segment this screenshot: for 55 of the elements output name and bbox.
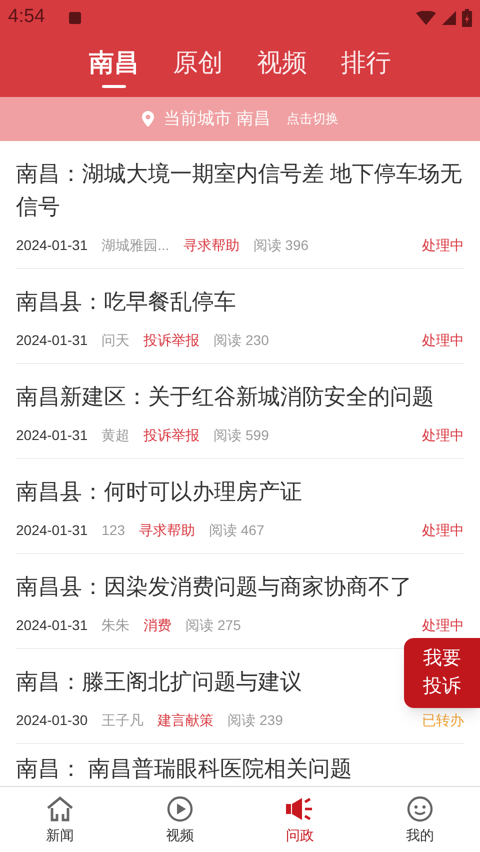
- post-status: 处理中: [422, 521, 464, 540]
- tab[interactable]: 原创: [173, 47, 223, 88]
- post-title: 南昌新建区：关于红谷新城消防安全的问题: [16, 384, 434, 409]
- read-count: 阅读 275: [186, 616, 241, 635]
- complaint-button[interactable]: 我要投诉: [404, 638, 480, 708]
- post-category: 建言献策: [158, 711, 214, 730]
- post-title: 南昌： 南昌普瑞眼科医院相关问题: [16, 756, 352, 781]
- post-category: 投诉举报: [144, 426, 200, 445]
- status-time: 4:54: [8, 5, 45, 30]
- megaphone-icon: [285, 796, 315, 822]
- tab[interactable]: 南昌: [89, 47, 139, 88]
- nav-tab[interactable]: 我的: [360, 787, 480, 852]
- read-count: 阅读 599: [214, 426, 269, 445]
- tab[interactable]: 排行: [341, 47, 391, 88]
- post-author: 黄超: [102, 426, 130, 445]
- nav-tab[interactable]: 新闻: [0, 787, 120, 852]
- post-date: 2024-01-31: [16, 331, 88, 350]
- post-status: 处理中: [422, 616, 464, 635]
- current-city: 当前城市 南昌: [164, 108, 270, 130]
- post-title: 南昌县：何时可以办理房产证: [16, 479, 302, 504]
- post-date: 2024-01-31: [16, 616, 88, 635]
- post-title: 南昌：湖城大境一期室内信号差 地下停车场无信号: [16, 161, 462, 219]
- nav-tab[interactable]: 视频: [120, 787, 240, 852]
- status-icons: [416, 8, 472, 26]
- post-category: 投诉举报: [144, 331, 200, 350]
- post-title: 南昌县：因染发消费问题与商家协商不了: [16, 574, 412, 599]
- post-date: 2024-01-31: [16, 236, 88, 255]
- post-category: 寻求帮助: [138, 521, 195, 540]
- post-date: 2024-01-31: [16, 426, 88, 445]
- post-author: 问天: [102, 331, 130, 350]
- post-title: 南昌：滕王阁北扩问题与建议: [16, 669, 302, 694]
- nav-tab[interactable]: 问政: [240, 787, 360, 852]
- post-category: 寻求帮助: [183, 236, 240, 255]
- read-count: 阅读 396: [253, 236, 309, 255]
- post-author: 朱朱: [102, 616, 130, 635]
- post-date: 2024-01-30: [16, 711, 88, 730]
- post-title: 南昌县：吃早餐乱停车: [16, 289, 236, 314]
- post-author: 王子凡: [102, 711, 144, 730]
- post-status: 处理中: [422, 426, 464, 445]
- home-icon: [46, 796, 74, 822]
- read-count: 阅读 230: [214, 331, 269, 350]
- post-date: 2024-01-31: [16, 521, 88, 540]
- read-count: 阅读 467: [208, 521, 264, 540]
- post-category: 消费: [144, 616, 172, 635]
- play-icon: [167, 796, 193, 822]
- read-count: 阅读 239: [228, 711, 283, 730]
- post-status: 已转办: [422, 711, 464, 730]
- post-status: 处理中: [422, 331, 464, 350]
- post-author: 123: [102, 521, 125, 540]
- post-author: 湖城雅园...: [102, 236, 170, 255]
- location-pin-icon: [142, 111, 154, 127]
- tab[interactable]: 视频: [257, 47, 307, 88]
- notification-icon: [68, 12, 81, 24]
- post-status: 处理中: [422, 236, 464, 255]
- smiley-icon: [407, 796, 433, 822]
